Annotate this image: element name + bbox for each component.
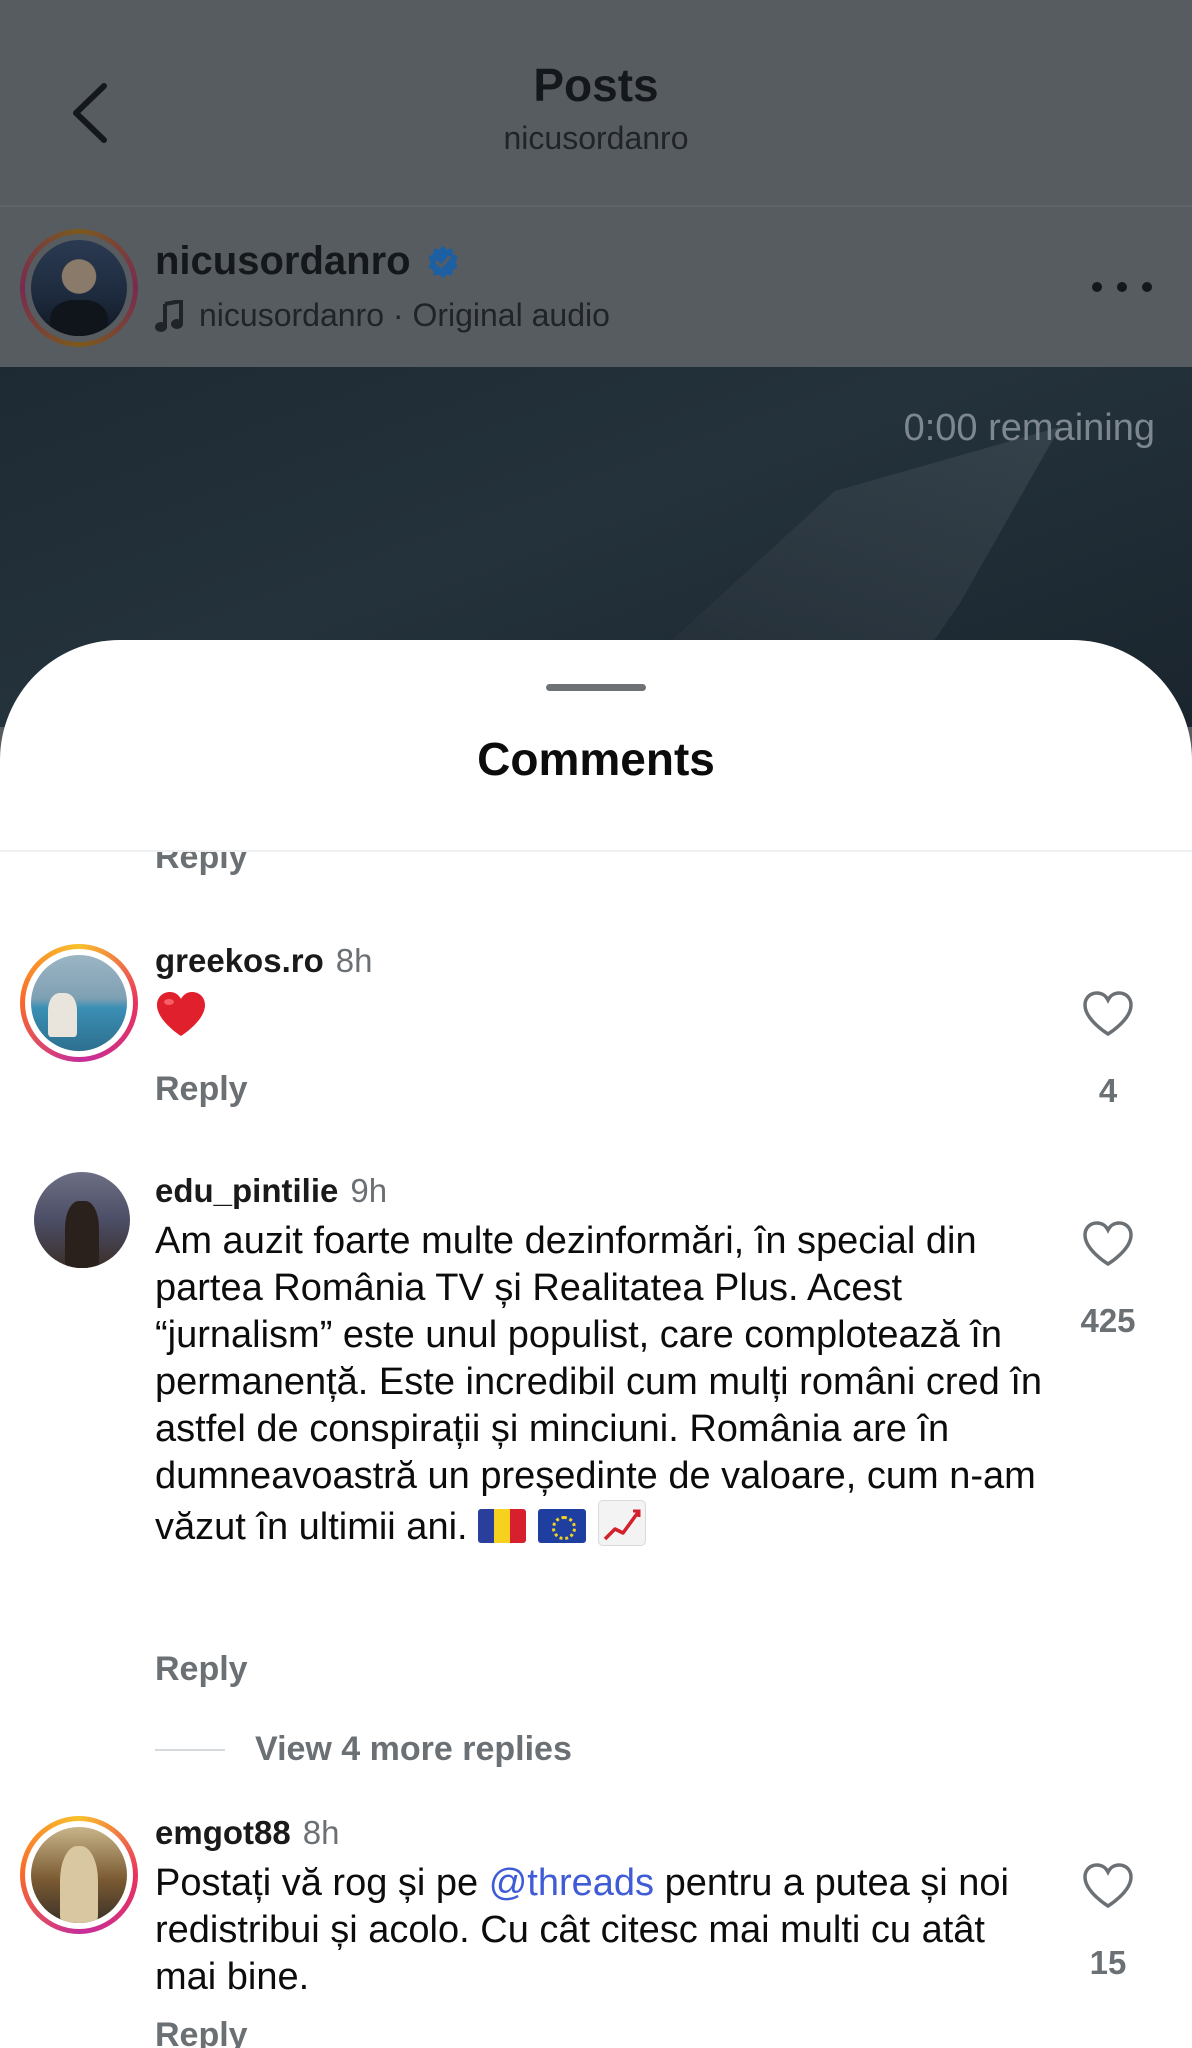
comment-text: Postați vă rog și pe @threads pentru a p… <box>155 1860 1035 2001</box>
comments-list[interactable]: Reply greekos.ro 8h Reply 4 edu_pintilie… <box>0 852 1192 2048</box>
flag-romania-emoji-icon <box>478 1509 527 1543</box>
post-audio-link[interactable]: nicusordanro · Original audio <box>155 297 610 334</box>
comments-title: Comments <box>477 733 715 785</box>
avatar[interactable] <box>20 944 138 1062</box>
view-more-replies-label: View 4 more replies <box>255 1730 572 1768</box>
comment-username[interactable]: edu_pintilie <box>155 1172 338 1210</box>
comment-text <box>155 990 1035 1050</box>
comment-username[interactable]: emgot88 <box>155 1814 291 1852</box>
view-more-replies-button[interactable]: View 4 more replies <box>155 1730 572 1769</box>
thread-line <box>155 1748 225 1751</box>
sheet-grabber[interactable] <box>546 684 646 691</box>
author-username[interactable]: nicusordanro <box>155 239 461 284</box>
more-dots-icon <box>1092 282 1102 292</box>
author-avatar[interactable] <box>20 229 138 347</box>
mention-link[interactable]: @threads <box>489 1862 654 1904</box>
heart-outline-icon[interactable] <box>1082 990 1134 1038</box>
post-audio-text: nicusordanro · Original audio <box>199 297 610 333</box>
verified-badge-icon <box>428 245 457 278</box>
heart-outline-icon[interactable] <box>1082 1862 1134 1910</box>
page-title: Posts <box>533 59 659 111</box>
like-count: 15 <box>1089 1944 1127 1981</box>
comment-body-start: Postați vă rog și pe <box>155 1862 489 1904</box>
comment-time: 8h <box>335 942 373 979</box>
more-options-button[interactable] <box>1092 272 1152 302</box>
chart-increasing-emoji-icon <box>598 1500 647 1546</box>
page-subtitle: nicusordanro <box>503 120 689 156</box>
comment-header: greekos.ro 8h <box>155 942 372 980</box>
heart-outline-icon[interactable] <box>1082 1220 1134 1268</box>
red-heart-emoji-icon <box>157 992 205 1036</box>
like-count: 4 <box>1098 1072 1118 1109</box>
like-count: 425 <box>1080 1302 1136 1339</box>
music-note-icon <box>155 299 183 332</box>
reply-button[interactable]: Reply <box>155 1070 248 1109</box>
post-author-row: nicusordanro nicusordanro · Original aud… <box>0 207 1192 367</box>
comment-username[interactable]: greekos.ro <box>155 942 324 980</box>
comments-sheet: Comments Reply greekos.ro 8h Reply 4 edu… <box>0 640 1192 2048</box>
avatar[interactable] <box>20 1816 138 1934</box>
video-remaining-time: 0:00 remaining <box>903 407 1155 449</box>
comment-body: Am auzit foarte multe dezinformări, în s… <box>155 1220 1043 1548</box>
comment-time: 8h <box>302 1814 340 1851</box>
flag-eu-emoji-icon <box>538 1509 587 1543</box>
comment-header: edu_pintilie 9h <box>155 1172 387 1210</box>
comment-text: Am auzit foarte multe dezinformări, în s… <box>155 1218 1045 1551</box>
author-username-text: nicusordanro <box>155 239 411 283</box>
avatar[interactable] <box>34 1172 130 1268</box>
reply-button[interactable]: Reply <box>155 2016 248 2048</box>
reply-button[interactable]: Reply <box>155 1650 248 1689</box>
comment-time: 9h <box>350 1172 388 1209</box>
top-bar: Posts nicusordanro <box>0 0 1192 205</box>
reply-button[interactable]: Reply <box>155 852 248 877</box>
comment-header: emgot88 8h <box>155 1814 339 1852</box>
